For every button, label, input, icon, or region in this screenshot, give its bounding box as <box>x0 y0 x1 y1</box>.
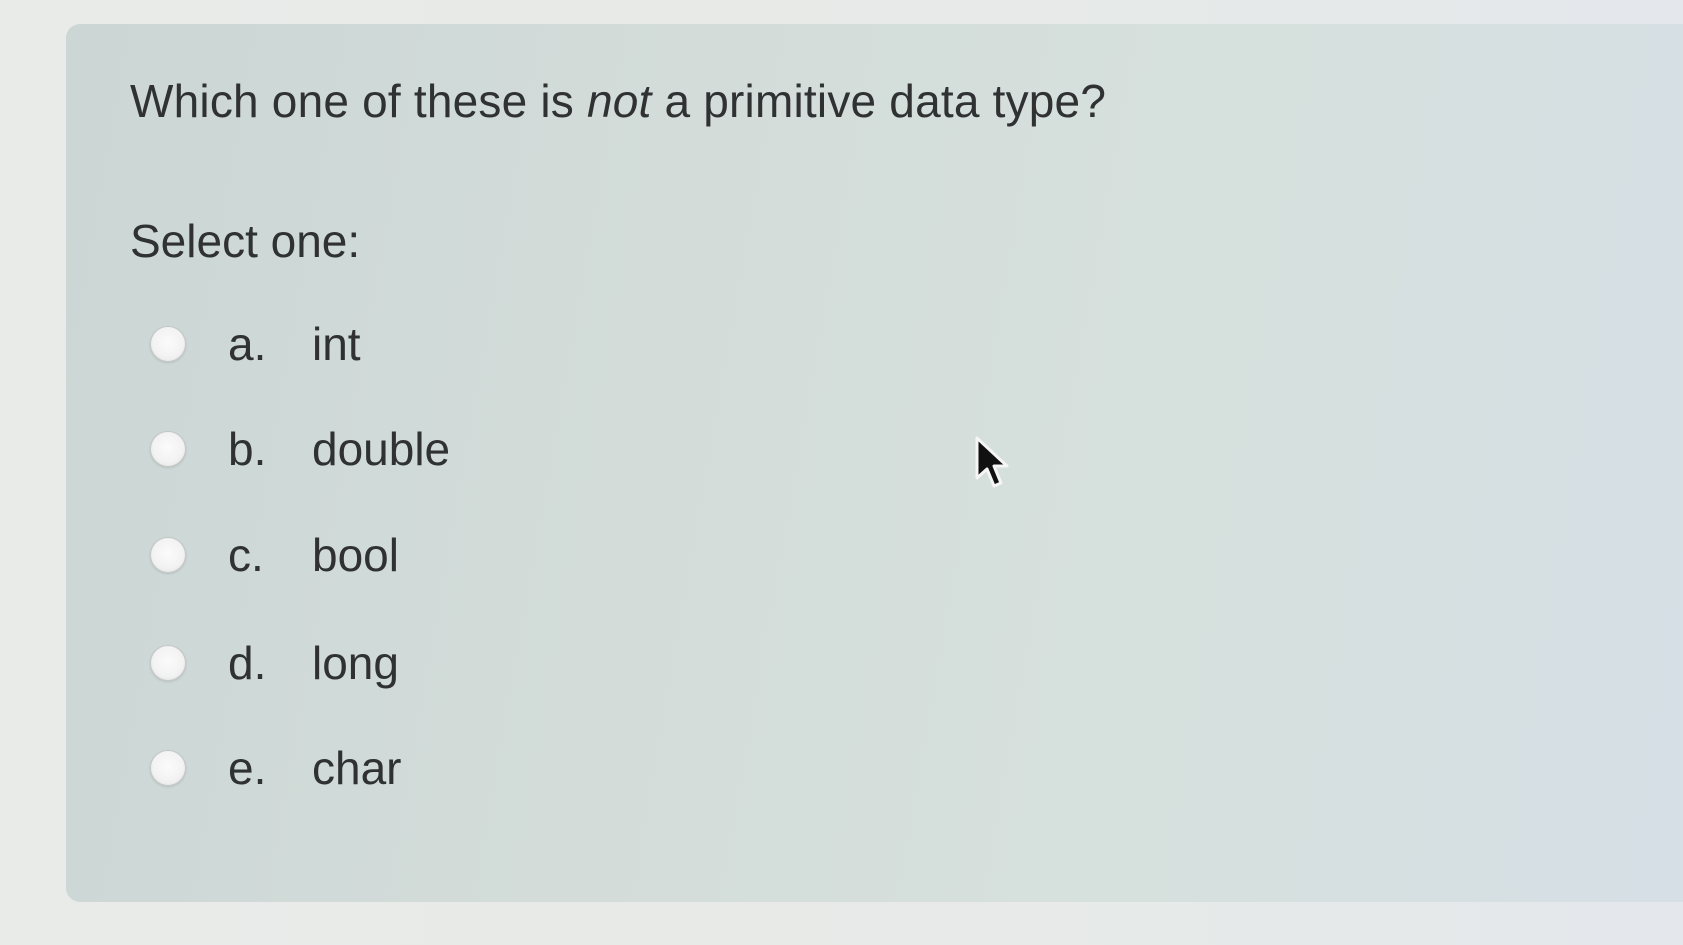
option-letter: b. <box>228 423 267 475</box>
radio-button-d[interactable] <box>150 645 186 681</box>
question-text: Which one of these is not a primitive da… <box>130 74 1106 128</box>
option-d[interactable]: d. long <box>150 633 399 693</box>
option-letter: e. <box>228 742 267 794</box>
option-b[interactable]: b. double <box>150 419 450 479</box>
screen: Which one of these is not a primitive da… <box>0 0 1683 945</box>
option-c[interactable]: c. bool <box>150 525 399 585</box>
question-emphasis: not <box>586 75 652 127</box>
option-letter: c. <box>228 529 264 581</box>
question-text-end: a primitive data type? <box>651 75 1107 127</box>
option-label: bool <box>312 529 399 581</box>
radio-button-b[interactable] <box>150 431 186 467</box>
option-label: double <box>312 423 451 475</box>
option-label: int <box>312 318 361 370</box>
mouse-pointer-icon <box>975 436 1009 488</box>
question-text-start: Which one of these is <box>130 75 587 127</box>
radio-button-a[interactable] <box>150 326 186 362</box>
radio-button-c[interactable] <box>150 537 186 573</box>
option-label: char <box>312 742 402 794</box>
option-label: long <box>312 637 399 689</box>
select-one-prompt: Select one: <box>130 215 361 267</box>
radio-button-e[interactable] <box>150 750 186 786</box>
option-letter: a. <box>228 318 267 370</box>
option-e[interactable]: e. char <box>150 738 401 798</box>
option-letter: d. <box>228 637 267 689</box>
option-a[interactable]: a. int <box>150 314 361 374</box>
